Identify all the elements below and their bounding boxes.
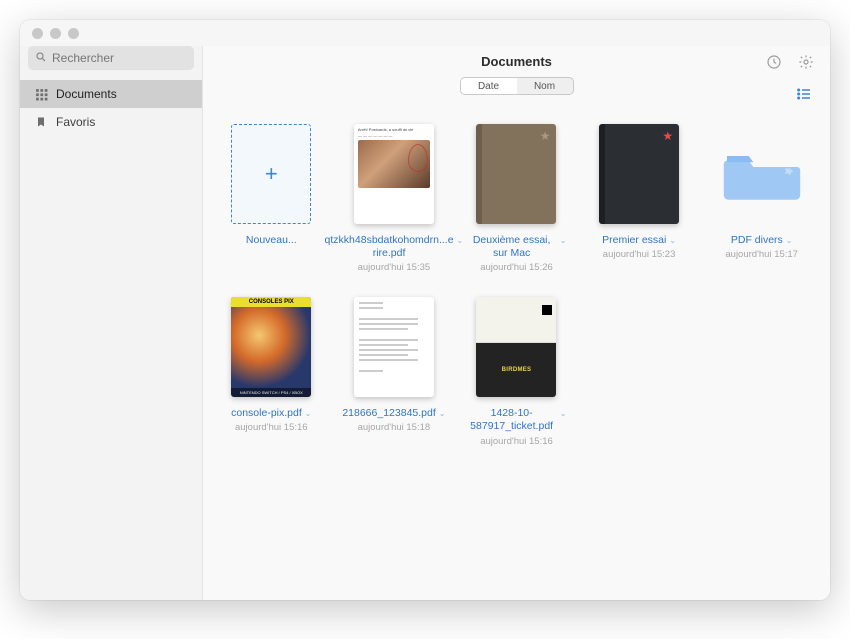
window-body: Documents Favoris Documents Date Nom	[20, 46, 830, 600]
minimize-window-button[interactable]	[50, 28, 61, 39]
chevron-down-icon: ⌄	[560, 236, 567, 246]
document-thumbnail[interactable]	[354, 297, 434, 397]
bookmark-icon	[34, 115, 48, 129]
chevron-down-icon: ⌄	[457, 236, 464, 246]
document-name[interactable]: 1428-10-587917_ticket.pdf ⌄	[466, 407, 566, 433]
document-item: ★ Premier essai ⌄ aujourd'hui 15:23	[587, 124, 692, 273]
document-new: + Nouveau...	[219, 124, 324, 273]
history-icon[interactable]	[766, 54, 782, 75]
close-window-button[interactable]	[32, 28, 43, 39]
sidebar-item-documents[interactable]: Documents	[20, 80, 202, 108]
search-field[interactable]	[28, 46, 194, 70]
thumbnail-banner: CONSOLES PIX	[231, 297, 311, 307]
sort-by-name[interactable]: Nom	[517, 78, 573, 94]
document-thumbnail[interactable]: ★	[599, 124, 679, 224]
document-date: aujourd'hui 15:35	[358, 262, 431, 273]
main-panel: Documents Date Nom	[203, 46, 830, 600]
star-icon: ★	[540, 129, 551, 143]
document-name[interactable]: Premier essai ⌄	[602, 234, 676, 247]
plus-icon: +	[265, 161, 278, 187]
pdf-preview: Arrêt! Postcards, a souffl de vie — — — …	[354, 124, 434, 192]
document-date: aujourd'hui 15:17	[725, 249, 798, 260]
chevron-down-icon: ⌄	[305, 409, 312, 419]
chevron-down-icon: ⌄	[560, 409, 567, 419]
folder-thumbnail[interactable]	[722, 124, 802, 224]
document-thumbnail[interactable]: ★	[476, 124, 556, 224]
document-date: aujourd'hui 15:23	[603, 249, 676, 260]
document-name[interactable]: console-pix.pdf ⌄	[231, 407, 311, 420]
document-name[interactable]: 218666_123845.pdf ⌄	[344, 407, 444, 420]
search-input[interactable]	[52, 51, 207, 65]
folder-icon	[723, 145, 801, 203]
pdf-preview	[476, 297, 556, 343]
star-icon: ★	[662, 129, 673, 143]
list-view-icon[interactable]	[796, 86, 812, 107]
search-icon	[35, 51, 47, 66]
documents-grid: + Nouveau... Arrêt! Postcards, a souffl …	[203, 116, 830, 463]
document-date: aujourd'hui 15:16	[235, 422, 308, 433]
pdf-preview: BIRDMES	[476, 343, 556, 397]
document-thumbnail[interactable]: BIRDMES	[476, 297, 556, 397]
sidebar: Documents Favoris	[20, 46, 203, 600]
settings-icon[interactable]	[798, 54, 814, 75]
sidebar-item-label: Documents	[56, 87, 117, 101]
document-date: aujourd'hui 15:16	[480, 436, 553, 447]
document-item: ★ Deuxième essai, sur Mac ⌄ aujourd'hui …	[464, 124, 569, 273]
chevron-down-icon: ⌄	[439, 409, 446, 419]
app-window: Documents Favoris Documents Date Nom	[20, 20, 830, 600]
sort-by-date[interactable]: Date	[461, 78, 517, 94]
grid-icon	[34, 87, 48, 101]
document-item: 218666_123845.pdf ⌄ aujourd'hui 15:18	[342, 297, 447, 446]
document-thumbnail[interactable]: CONSOLES PIX NINTENDO SWITCH / PS4 / XBO…	[231, 297, 311, 397]
document-name[interactable]: PDF divers ⌄	[731, 234, 793, 247]
titlebar	[20, 20, 830, 46]
zoom-window-button[interactable]	[68, 28, 79, 39]
page-title: Documents	[481, 54, 552, 69]
document-name[interactable]: Deuxième essai, sur Mac ⌄	[466, 234, 566, 260]
sort-segmented-control[interactable]: Date Nom	[460, 77, 574, 95]
document-name[interactable]: qtzkkh48sbdatkohomdrn...e rire.pdf ⌄	[344, 234, 444, 260]
pdf-preview	[354, 297, 434, 380]
document-thumbnail[interactable]: Arrêt! Postcards, a souffl de vie — — — …	[354, 124, 434, 224]
sidebar-item-favoris[interactable]: Favoris	[20, 108, 202, 136]
sidebar-item-label: Favoris	[56, 115, 95, 129]
new-document-button[interactable]: +	[231, 124, 311, 224]
document-item: PDF divers ⌄ aujourd'hui 15:17	[709, 124, 814, 273]
document-item: Arrêt! Postcards, a souffl de vie — — — …	[342, 124, 447, 273]
main-header: Documents Date Nom	[203, 46, 830, 116]
document-date: aujourd'hui 15:26	[480, 262, 553, 273]
chevron-down-icon: ⌄	[786, 236, 793, 246]
chevron-down-icon: ⌄	[669, 236, 676, 246]
document-name[interactable]: Nouveau...	[246, 234, 297, 247]
document-item: CONSOLES PIX NINTENDO SWITCH / PS4 / XBO…	[219, 297, 324, 446]
document-item: BIRDMES 1428-10-587917_ticket.pdf ⌄ aujo…	[464, 297, 569, 446]
document-date: aujourd'hui 15:18	[358, 422, 431, 433]
